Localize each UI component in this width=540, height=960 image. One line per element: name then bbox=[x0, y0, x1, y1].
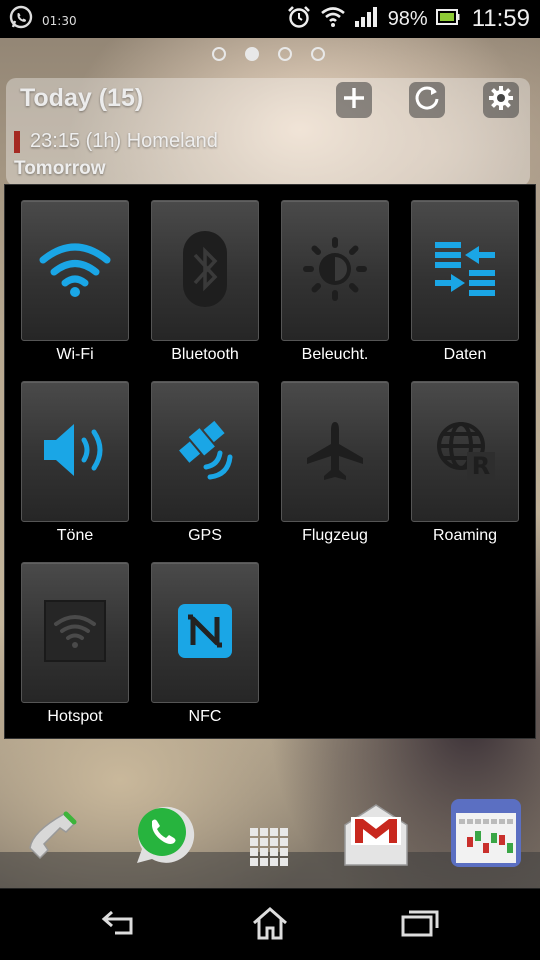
event-color-bar bbox=[14, 130, 20, 153]
refresh-button[interactable] bbox=[409, 82, 445, 118]
page-dot[interactable] bbox=[311, 47, 325, 61]
calendar-app[interactable] bbox=[448, 798, 524, 872]
svg-text:R: R bbox=[472, 452, 490, 480]
recent-apps-button[interactable] bbox=[390, 903, 450, 947]
whatsapp-app[interactable] bbox=[128, 800, 196, 870]
wifi-icon bbox=[38, 240, 112, 302]
settings-icon bbox=[487, 84, 515, 116]
home-icon bbox=[250, 905, 290, 945]
toggle-gps[interactable]: GPS bbox=[135, 366, 265, 544]
clock: 11:59 bbox=[471, 5, 530, 32]
page-dot-active[interactable] bbox=[245, 47, 259, 61]
back-icon bbox=[100, 908, 140, 942]
navigation-bar bbox=[0, 888, 540, 960]
agenda-widget[interactable]: Today (15) 23:15 (1h) Homeland Tomorrow bbox=[6, 78, 530, 186]
agenda-settings-button[interactable] bbox=[483, 82, 519, 118]
whatsapp-icon bbox=[129, 799, 195, 871]
speaker-icon bbox=[40, 420, 110, 484]
alarm-icon bbox=[286, 4, 312, 34]
data-transfer-icon bbox=[433, 240, 497, 302]
toggle-label: Hotspot bbox=[47, 708, 103, 725]
toggle-bluetooth[interactable]: Bluetooth bbox=[135, 185, 265, 363]
toggle-data[interactable]: Daten bbox=[395, 185, 525, 363]
toggle-label: Bluetooth bbox=[171, 346, 239, 363]
gmail-icon bbox=[341, 803, 411, 871]
toggle-roaming[interactable]: R Roaming bbox=[395, 366, 525, 544]
brightness-icon bbox=[299, 233, 371, 309]
dock bbox=[0, 790, 540, 890]
notification-time: 01:30 bbox=[42, 14, 77, 28]
phone-app[interactable] bbox=[22, 808, 86, 872]
gps-satellite-icon bbox=[170, 415, 240, 489]
toggle-label: GPS bbox=[188, 527, 222, 544]
airplane-icon bbox=[303, 418, 367, 486]
toggle-wifi[interactable]: Wi-Fi bbox=[5, 185, 135, 363]
add-event-button[interactable] bbox=[336, 82, 372, 118]
whatsapp-icon bbox=[8, 4, 34, 34]
toggle-label: Flugzeug bbox=[302, 527, 368, 544]
toggle-nfc[interactable]: NFC bbox=[135, 547, 265, 725]
app-drawer-icon bbox=[248, 826, 290, 872]
home-button[interactable] bbox=[240, 903, 300, 947]
status-bar: 01:30 98% 11:59 bbox=[0, 0, 540, 38]
calendar-icon bbox=[449, 797, 523, 873]
toggle-label: Daten bbox=[443, 346, 487, 363]
page-dot[interactable] bbox=[212, 47, 226, 61]
toggle-hotspot[interactable]: Hotspot bbox=[5, 547, 135, 725]
page-dot[interactable] bbox=[278, 47, 292, 61]
quick-toggles-panel: Wi-Fi Bluetooth Beleucht. Daten Töne GPS… bbox=[4, 184, 536, 739]
event-text: 23:15 (1h) Homeland bbox=[30, 130, 218, 152]
toggle-label: Roaming bbox=[432, 527, 498, 544]
toggle-label: Töne bbox=[56, 527, 94, 544]
roaming-globe-icon: R bbox=[433, 418, 497, 486]
signal-icon bbox=[354, 5, 380, 33]
toggle-sound[interactable]: Töne bbox=[5, 366, 135, 544]
refresh-icon bbox=[413, 84, 441, 116]
page-indicator bbox=[212, 47, 325, 61]
back-button[interactable] bbox=[90, 903, 150, 947]
toggle-label: Wi-Fi bbox=[56, 346, 94, 363]
add-icon bbox=[341, 85, 367, 115]
hotspot-icon bbox=[44, 599, 106, 666]
toggle-airplane[interactable]: Flugzeug bbox=[265, 366, 395, 544]
battery-percent: 98% bbox=[387, 7, 428, 30]
recent-apps-icon bbox=[400, 907, 440, 943]
toggle-label: NFC bbox=[188, 708, 222, 725]
gmail-app[interactable] bbox=[340, 804, 412, 870]
bluetooth-icon bbox=[181, 229, 229, 313]
agenda-section-label: Tomorrow bbox=[14, 158, 106, 179]
wifi-icon bbox=[320, 5, 346, 33]
battery-icon bbox=[435, 7, 460, 31]
toggle-brightness[interactable]: Beleucht. bbox=[265, 185, 395, 363]
app-drawer-button[interactable] bbox=[246, 826, 292, 872]
agenda-event[interactable]: 23:15 (1h) Homeland bbox=[14, 130, 218, 153]
nfc-icon bbox=[176, 602, 234, 664]
toggle-label: Beleucht. bbox=[301, 346, 369, 363]
agenda-title[interactable]: Today (15) bbox=[20, 84, 143, 113]
phone-icon bbox=[24, 808, 84, 872]
